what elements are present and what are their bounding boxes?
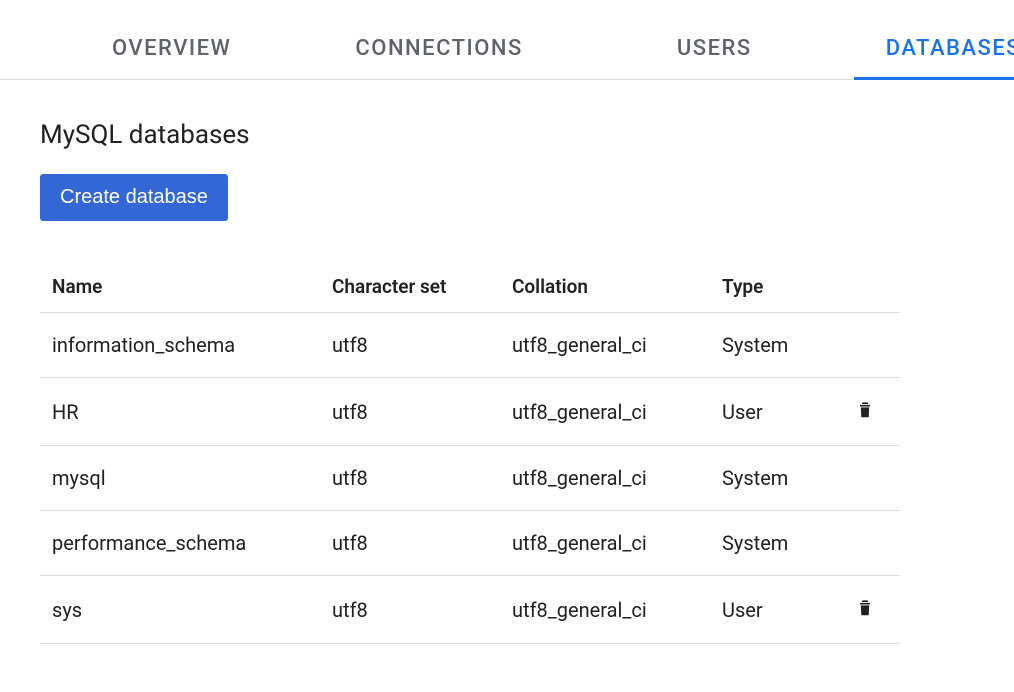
cell-collation: utf8_general_ci <box>500 511 710 576</box>
table-row: information_schemautf8utf8_general_ciSys… <box>40 313 900 378</box>
table-row: sysutf8utf8_general_ciUser <box>40 576 900 644</box>
cell-collation: utf8_general_ci <box>500 378 710 446</box>
cell-name: sys <box>40 576 320 644</box>
tab-connections[interactable]: CONNECTIONS <box>323 20 554 79</box>
cell-charset: utf8 <box>320 446 500 511</box>
delete-icon[interactable] <box>855 398 875 420</box>
cell-action <box>830 446 900 511</box>
cell-action <box>830 378 900 446</box>
header-type: Type <box>710 261 830 313</box>
table-row: performance_schemautf8utf8_general_ciSys… <box>40 511 900 576</box>
cell-charset: utf8 <box>320 378 500 446</box>
cell-type: User <box>710 378 830 446</box>
table-row: mysqlutf8utf8_general_ciSystem <box>40 446 900 511</box>
cell-action <box>830 576 900 644</box>
cell-name: information_schema <box>40 313 320 378</box>
header-action <box>830 261 900 313</box>
cell-type: System <box>710 511 830 576</box>
cell-charset: utf8 <box>320 511 500 576</box>
databases-table: Name Character set Collation Type inform… <box>40 261 900 644</box>
tab-users[interactable]: USERS <box>645 20 784 79</box>
cell-type: System <box>710 446 830 511</box>
cell-name: mysql <box>40 446 320 511</box>
tabs-bar: OVERVIEW CONNECTIONS USERS DATABASES <box>0 20 1014 80</box>
cell-action <box>830 313 900 378</box>
table-row: HRutf8utf8_general_ciUser <box>40 378 900 446</box>
cell-charset: utf8 <box>320 576 500 644</box>
tab-overview[interactable]: OVERVIEW <box>80 20 263 79</box>
delete-icon[interactable] <box>855 596 875 618</box>
header-name: Name <box>40 261 320 313</box>
cell-collation: utf8_general_ci <box>500 446 710 511</box>
cell-action <box>830 511 900 576</box>
header-charset: Character set <box>320 261 500 313</box>
cell-type: User <box>710 576 830 644</box>
cell-name: HR <box>40 378 320 446</box>
section-title: MySQL databases <box>40 120 974 150</box>
content-area: MySQL databases Create database Name Cha… <box>0 80 1014 644</box>
cell-charset: utf8 <box>320 313 500 378</box>
cell-name: performance_schema <box>40 511 320 576</box>
header-collation: Collation <box>500 261 710 313</box>
table-header-row: Name Character set Collation Type <box>40 261 900 313</box>
cell-type: System <box>710 313 830 378</box>
cell-collation: utf8_general_ci <box>500 313 710 378</box>
tab-databases[interactable]: DATABASES <box>854 20 1014 79</box>
cell-collation: utf8_general_ci <box>500 576 710 644</box>
create-database-button[interactable]: Create database <box>40 174 228 221</box>
